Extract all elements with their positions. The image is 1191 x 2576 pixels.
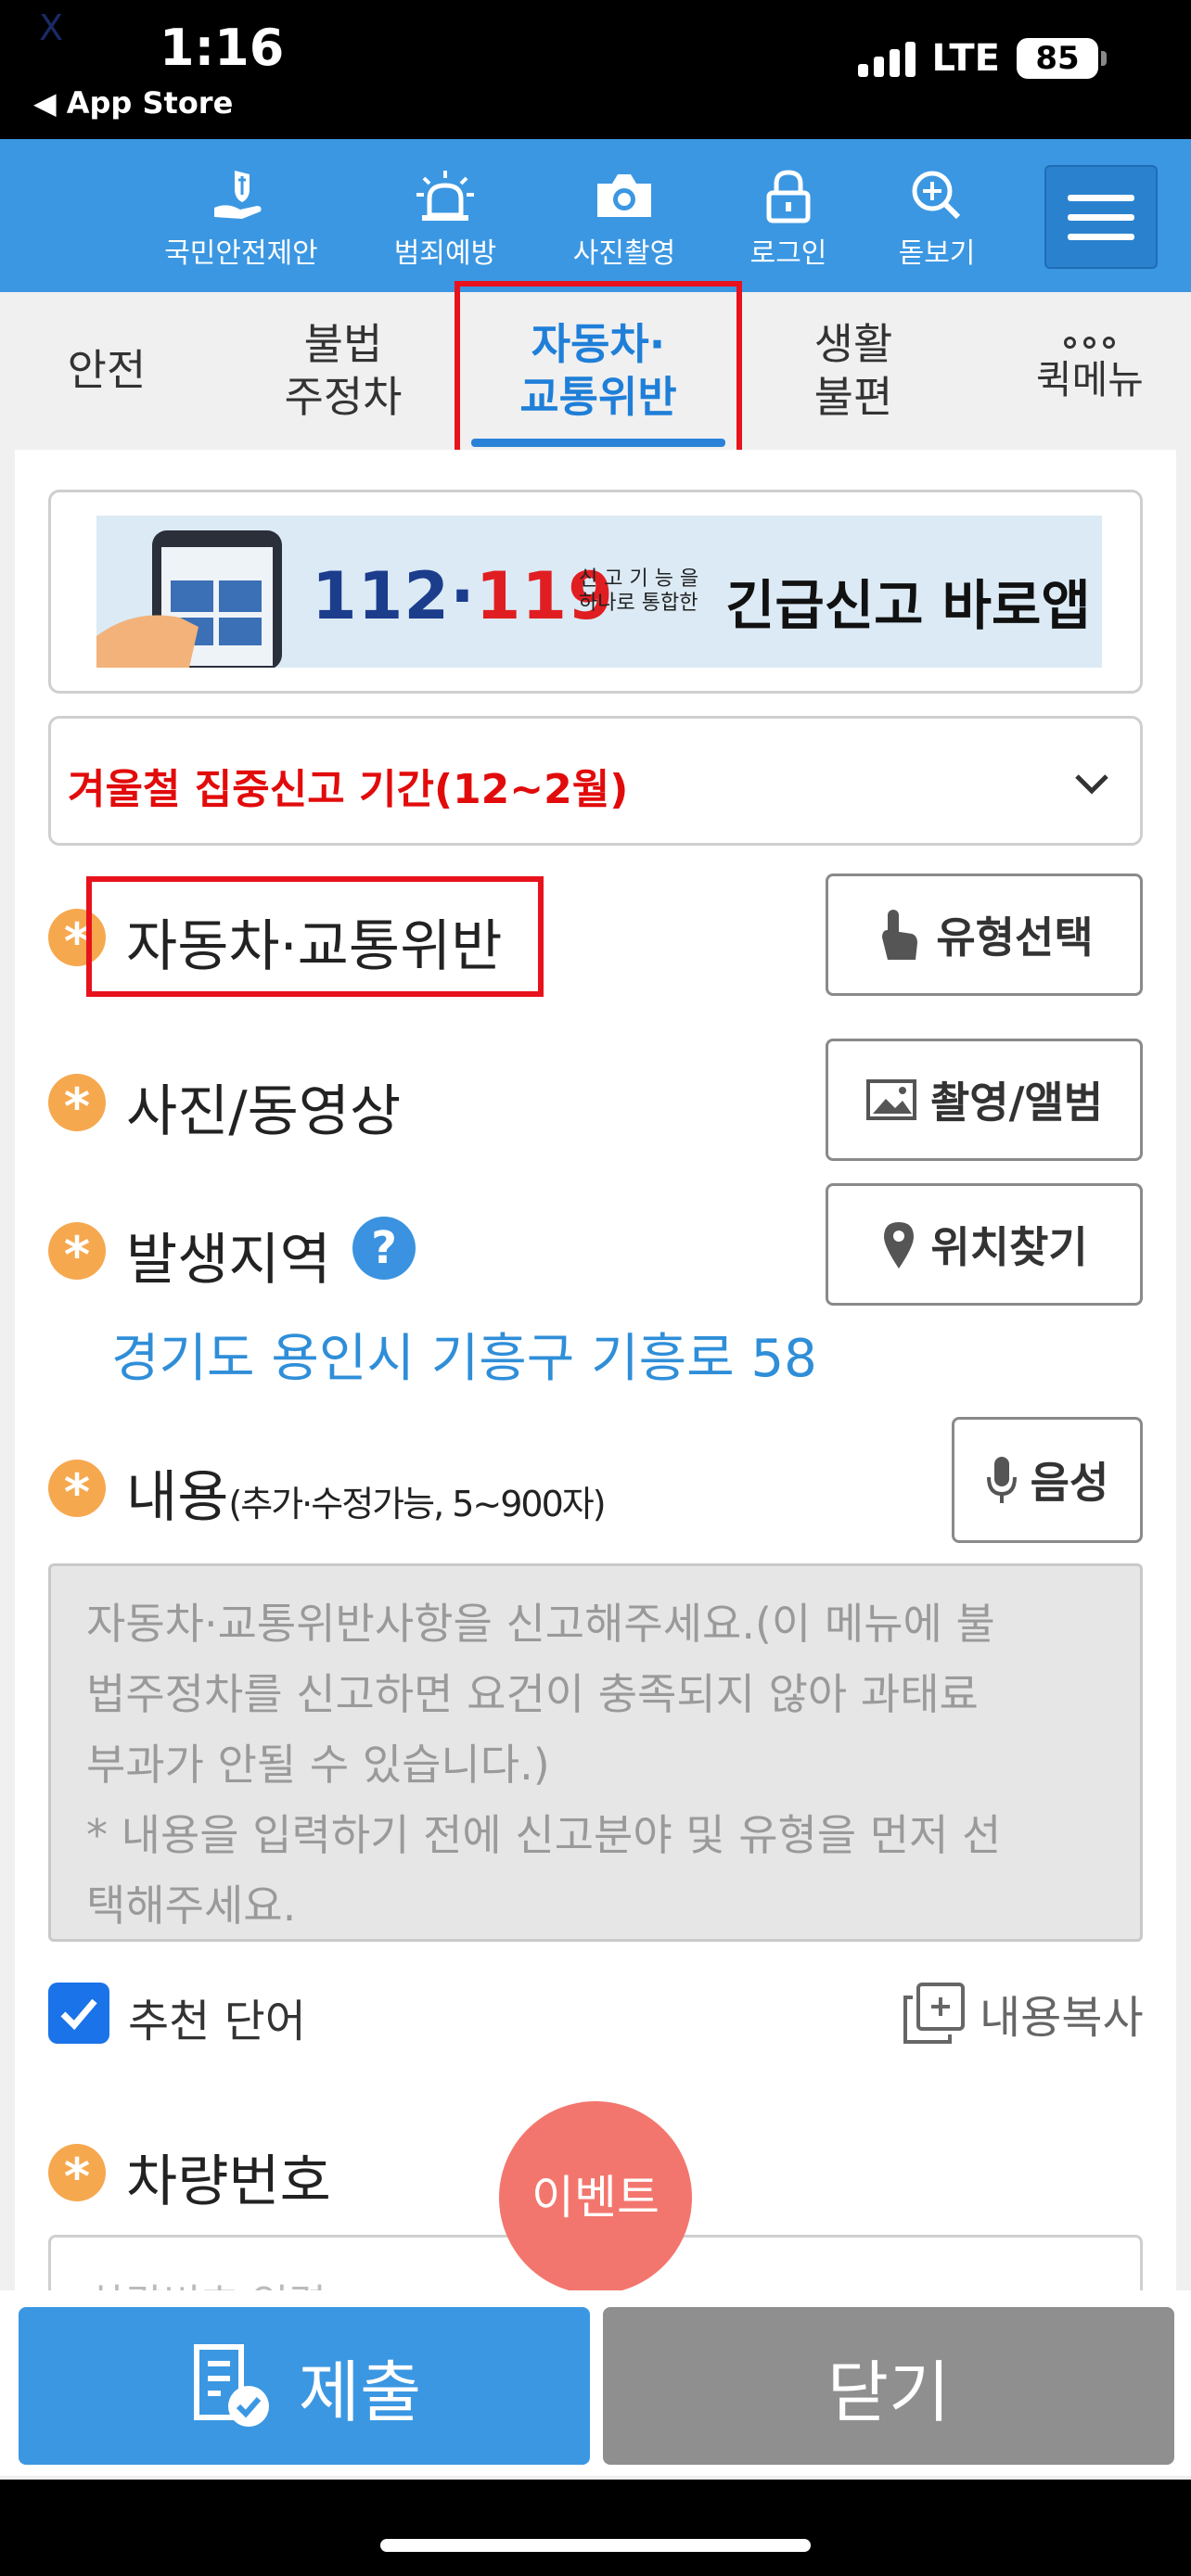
home-indicator[interactable]	[380, 2539, 811, 2552]
button-label: 촬영/앨범	[929, 1078, 1104, 1128]
toolbar-login[interactable]: 로그인	[733, 167, 844, 271]
placeholder-text: * 내용을 입력하기 전에 신고분야 및 유형을 먼저 선	[86, 1810, 1002, 1860]
microphone-icon	[986, 1457, 1017, 1503]
banner-subtext: 신 고 기 능 을 하나로 통합한	[579, 567, 699, 616]
toolbar-label: 로그인	[749, 237, 827, 270]
recommend-words-checkbox[interactable]	[48, 1983, 109, 2044]
banner-numbers: 112·119	[312, 558, 614, 634]
signal-icon	[857, 40, 916, 77]
required-mark-icon: *	[48, 1460, 106, 1522]
capture-album-button[interactable]: 촬영/앨범	[826, 1039, 1143, 1161]
phone-illustration-icon	[96, 530, 282, 668]
status-corner-mark: X	[39, 7, 64, 48]
tab-label: 생활	[813, 318, 893, 369]
toolbar-crime-prevention[interactable]: 범죄예방	[376, 167, 515, 271]
siren-icon	[416, 171, 474, 221]
map-pin-icon	[884, 1222, 915, 1269]
notice-dropdown[interactable]: 겨울철 집중신고 기간(12~2월)	[48, 716, 1143, 846]
content-label: 내용(추가·수정가능, 5~900자)	[126, 1452, 607, 1533]
tab-label: 퀵메뉴	[1036, 357, 1144, 403]
placeholder-text: 부과가 안될 수 있습니다.)	[86, 1740, 550, 1790]
banner-title: 긴급신고 바로앱	[725, 574, 1091, 637]
button-label: 닫기	[826, 2353, 951, 2431]
content-textarea[interactable]: 자동차·교통위반사항을 신고해주세요.(이 메뉴에 불 법주정차를 신고하면 요…	[48, 1563, 1143, 1942]
magnifier-plus-icon	[912, 171, 961, 220]
toolbar-safety-proposal[interactable]: 국민안전제안	[158, 167, 325, 271]
more-dots-icon	[1036, 337, 1144, 350]
placeholder-text: 법주정차를 신고하면 요건이 충족되지 않아 과태료	[86, 1669, 979, 1719]
copy-content-button[interactable]: 내용복사	[902, 1981, 1144, 2046]
image-icon	[865, 1079, 916, 1120]
toolbar-label: 사진촬영	[572, 237, 676, 270]
required-mark-icon: *	[48, 1074, 106, 1136]
button-label: 제출	[298, 2353, 422, 2431]
toolbar-photo[interactable]: 사진촬영	[555, 167, 694, 271]
status-bar: X 1:16 ◀ App Store LTE 85	[0, 0, 1191, 139]
close-button[interactable]: 닫기	[603, 2307, 1174, 2465]
touch-hand-icon	[882, 910, 918, 960]
submit-button[interactable]: 제출	[19, 2307, 590, 2465]
tab-quick-menu[interactable]: 퀵메뉴	[1011, 292, 1169, 450]
content-label-text: 내용	[126, 1465, 229, 1530]
required-mark-icon: *	[48, 2144, 106, 2206]
status-time: 1:16	[160, 19, 285, 77]
battery-icon: 85	[1017, 38, 1107, 79]
type-select-button[interactable]: 유형선택	[826, 874, 1143, 996]
button-label: 위치찾기	[930, 1222, 1088, 1272]
button-label: 유형선택	[936, 912, 1094, 963]
plate-label: 차량번호	[126, 2149, 331, 2214]
network-type: LTE	[931, 37, 1000, 80]
category-highlight-box	[86, 876, 544, 997]
tab-label: 불법	[303, 318, 383, 369]
tab-label: 주정차	[284, 372, 403, 422]
battery-level: 85	[1035, 40, 1080, 77]
hand-shield-icon	[214, 171, 262, 219]
content-hint: (추가·수정가능, 5~900자)	[228, 1484, 606, 1524]
required-mark-icon: *	[48, 1222, 106, 1284]
header-toolbar: 국민안전제안 범죄예방 사진촬영 로그인 돋보기	[0, 139, 1191, 292]
copy-icon	[903, 1983, 965, 2044]
camera-icon	[597, 174, 651, 217]
back-to-app-store-link[interactable]: ◀ App Store	[33, 85, 233, 121]
button-label: 음성	[1030, 1458, 1109, 1508]
emergency-app-banner[interactable]: 112·119 신 고 기 능 을 하나로 통합한 긴급신고 바로앱	[96, 516, 1102, 668]
chevron-down-icon	[1075, 774, 1108, 795]
placeholder-text: 택해주세요.	[86, 1881, 297, 1931]
notice-text: 겨울철 집중신고 기간(12~2월)	[68, 766, 629, 813]
copy-label: 내용복사	[980, 1992, 1144, 2044]
tab-label: 안전	[67, 345, 147, 396]
placeholder-text: 자동차·교통위반사항을 신고해주세요.(이 메뉴에 불	[86, 1599, 995, 1649]
tab-living-inconvenience[interactable]: 생활 불편	[770, 292, 937, 450]
recommend-words-label[interactable]: 추천 단어	[128, 1984, 306, 2049]
checkmark-icon	[60, 1998, 97, 2031]
find-location-button[interactable]: 위치찾기	[826, 1183, 1143, 1306]
lock-icon	[766, 170, 811, 223]
event-button[interactable]: 이벤트	[499, 2101, 692, 2294]
voice-input-button[interactable]: 음성	[952, 1417, 1143, 1543]
tab-safety[interactable]: 안전	[28, 292, 186, 450]
location-label: 발생지역	[126, 1228, 331, 1293]
document-check-icon	[193, 2344, 269, 2427]
active-tab-highlight-box	[455, 281, 742, 462]
media-label: 사진/동영상	[126, 1079, 402, 1144]
toolbar-label: 돋보기	[898, 237, 976, 270]
hamburger-menu-icon[interactable]	[1044, 165, 1158, 269]
help-icon[interactable]: ?	[352, 1217, 416, 1280]
status-indicators: LTE 85	[857, 37, 1107, 80]
toolbar-label: 국민안전제안	[164, 237, 318, 270]
toolbar-label: 범죄예방	[393, 237, 497, 270]
home-indicator-area	[0, 2480, 1191, 2576]
location-address[interactable]: 경기도 용인시 기흥구 기흥로 58	[111, 1317, 817, 1392]
toolbar-magnifier[interactable]: 돋보기	[881, 167, 992, 271]
tab-illegal-parking[interactable]: 불법 주정차	[250, 292, 436, 450]
tab-label: 불편	[813, 372, 893, 422]
